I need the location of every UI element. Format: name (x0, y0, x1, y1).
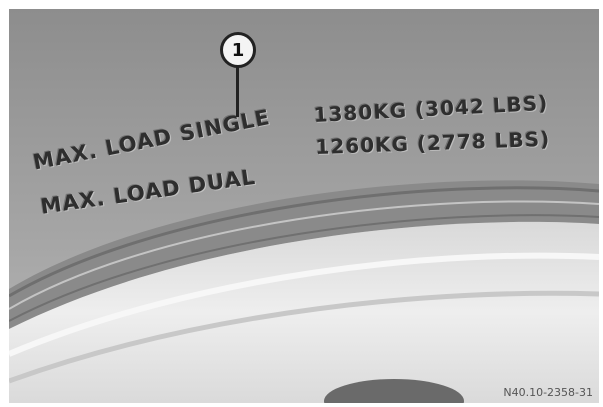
callout-marker-1: 1 (220, 32, 256, 68)
photo-frame: MAX. LOAD SINGLE MAX. LOAD DUAL 1380KG (… (9, 9, 599, 403)
callout-leader-line (236, 67, 239, 117)
tire-photo: MAX. LOAD SINGLE MAX. LOAD DUAL 1380KG (… (0, 0, 603, 407)
figure-code: N40.10-2358-31 (503, 386, 593, 399)
